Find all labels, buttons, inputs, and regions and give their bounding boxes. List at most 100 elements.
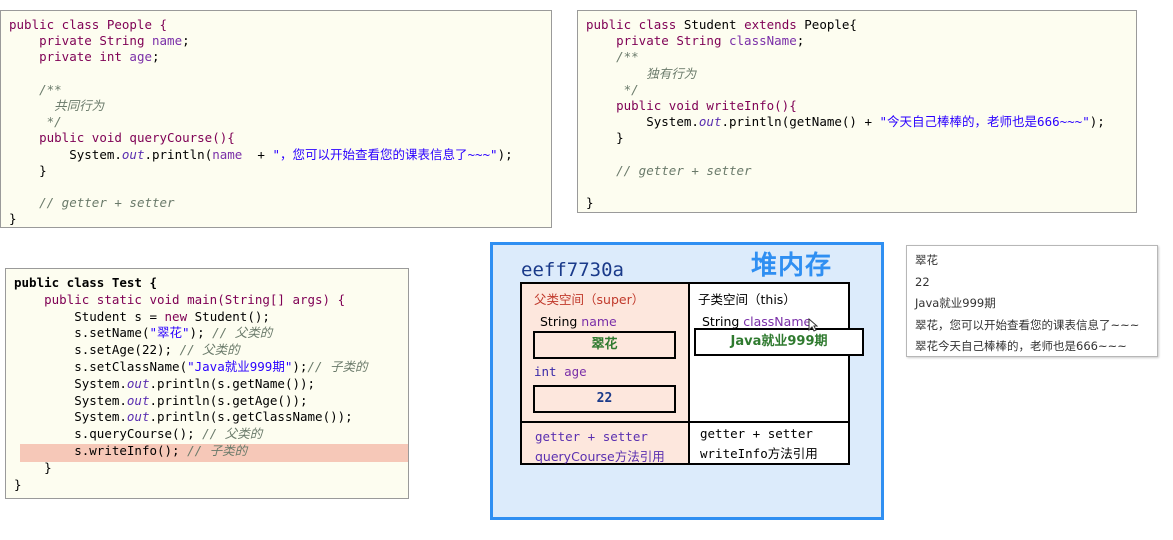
code-line: private int age; [9, 49, 543, 65]
code-text: ); [292, 358, 308, 374]
string-literal: "Java就业999期" [187, 358, 293, 374]
code-text: Student [683, 17, 745, 32]
code-line: /** [9, 82, 543, 98]
code-line: // getter + setter [586, 163, 1128, 179]
code-text: .println(s.getAge()); [149, 392, 308, 408]
student-object: 父类空间（super） String name 翠花 int age 22 子类… [520, 282, 864, 465]
this-methods: getter + setter writeInfo方法引用 [690, 421, 848, 463]
code-line: } [9, 211, 543, 227]
label-text: age [564, 364, 587, 379]
code-line: s.setName("翠花"); // 父类的 [14, 325, 400, 342]
code-text: public class People { [9, 17, 168, 32]
classname-value-box: Java就业999期 [694, 328, 864, 356]
comment-text: // 子类的 [307, 358, 368, 374]
field-name-label: String name [540, 314, 617, 329]
this-space-label: 子类空间（this） [698, 289, 796, 308]
people-class-code-panel: public class People { private String nam… [0, 10, 552, 228]
code-text: System. [74, 409, 127, 425]
code-text: s.setAge(22); [74, 342, 180, 358]
code-line: s.queryCourse(); // 父类的 [14, 426, 400, 443]
code-text: out [126, 409, 150, 425]
code-text: className [729, 33, 797, 49]
super-methods: getter + setter queryCourse方法引用 [522, 421, 690, 464]
label-text: ） [631, 292, 645, 307]
code-text: } [586, 195, 594, 211]
code-line: System.out.println(s.getName()); [14, 376, 400, 393]
code-line: Student s = new Student(); [14, 309, 400, 326]
string-literal: "翠花" [149, 325, 190, 341]
value-text: 翠花 [591, 337, 618, 352]
comment-text: // 子类的 [187, 442, 248, 458]
string-literal: "，您可以开始查看您的课表信息了~~~" [272, 146, 498, 162]
comment-text: 独有行为 [646, 65, 697, 81]
value-text: Java就业999期 [730, 334, 828, 349]
test-class-code-panel: public class Test { public static void m… [5, 268, 409, 499]
code-text: ; [152, 49, 160, 65]
student-class-code-panel: public class Student extends People{ pri… [577, 10, 1137, 213]
code-text: private String [39, 33, 152, 49]
code-text: ); [497, 146, 513, 162]
code-line: } [586, 195, 1128, 211]
code-line: System.out.println(s.getClassName()); [14, 409, 400, 426]
code-text: ; [182, 33, 190, 49]
code-line: System.out.println(s.getAge()); [14, 393, 400, 410]
code-line: } [586, 130, 1128, 146]
label-text: super [596, 292, 632, 307]
code-text: .println( [144, 146, 213, 162]
super-methods-line: getter + setter [535, 429, 648, 444]
code-line: 独有行为 [586, 66, 1128, 82]
code-line: s.setAge(22); // 父类的 [14, 342, 400, 359]
super-space-label: 父类空间（super） [534, 289, 644, 308]
code-text: } [14, 476, 22, 492]
code-text: } [39, 162, 47, 178]
console-output-panel: 翠花 22 Java就业999期 翠花，您可以开始查看您的课表信息了~~~ 翠花… [906, 245, 1158, 357]
code-text: private String [616, 33, 729, 49]
comment-text: // 父类的 [179, 342, 240, 358]
comment-text: */ [46, 114, 62, 130]
comment-text: // getter + setter [616, 162, 752, 178]
code-line: s.setClassName("Java就业999期");// 子类的 [14, 359, 400, 376]
code-text: out [698, 114, 722, 130]
code-text: public class [586, 17, 684, 32]
field-age-label: int age [534, 364, 587, 379]
code-text: s.setClassName( [74, 358, 188, 374]
code-text: People{ [804, 17, 857, 32]
code-line: 共同行为 [9, 98, 543, 114]
code-text: .println(getName() + [721, 114, 880, 130]
code-line: } [14, 460, 400, 477]
comment-text: */ [623, 81, 639, 97]
console-line: 22 [915, 274, 930, 289]
code-text: Student(); [194, 308, 270, 324]
label-text: className [743, 314, 812, 329]
code-text: name [212, 146, 243, 162]
name-value-box: 翠花 [533, 331, 676, 359]
code-text: s.setName( [74, 325, 150, 341]
code-text: name [152, 33, 183, 49]
code-text: out [121, 146, 145, 162]
label-text: this [760, 292, 784, 307]
console-line: 翠花 [915, 253, 938, 267]
code-text: public static void main(String[] args) { [44, 291, 346, 307]
heap-memory-diagram: eeff7730a 堆内存 父类空间（super） String name 翠花… [490, 242, 884, 520]
this-space: 子类空间（this） String className Java就业999期 [690, 284, 864, 421]
comment-text: 共同行为 [54, 97, 105, 113]
code-text: ); [1089, 114, 1105, 130]
comment-text: // 父类的 [212, 325, 273, 341]
code-text: public class Test { [14, 275, 157, 290]
code-text: private int [39, 49, 130, 65]
code-line: public void writeInfo(){ [586, 98, 1128, 114]
code-text: System. [646, 114, 699, 130]
code-text: extends [744, 17, 805, 32]
comment-text: // 父类的 [202, 426, 263, 442]
code-text: Student s = [74, 308, 165, 324]
code-line: public void queryCourse(){ [9, 130, 543, 146]
code-text: .println(s.getClassName()); [149, 409, 353, 425]
code-line: } [9, 163, 543, 179]
code-text: ; [796, 33, 805, 49]
label-text: name [581, 314, 617, 329]
code-text: + [242, 146, 273, 162]
code-line: */ [9, 114, 543, 130]
label-text: String [540, 314, 582, 329]
